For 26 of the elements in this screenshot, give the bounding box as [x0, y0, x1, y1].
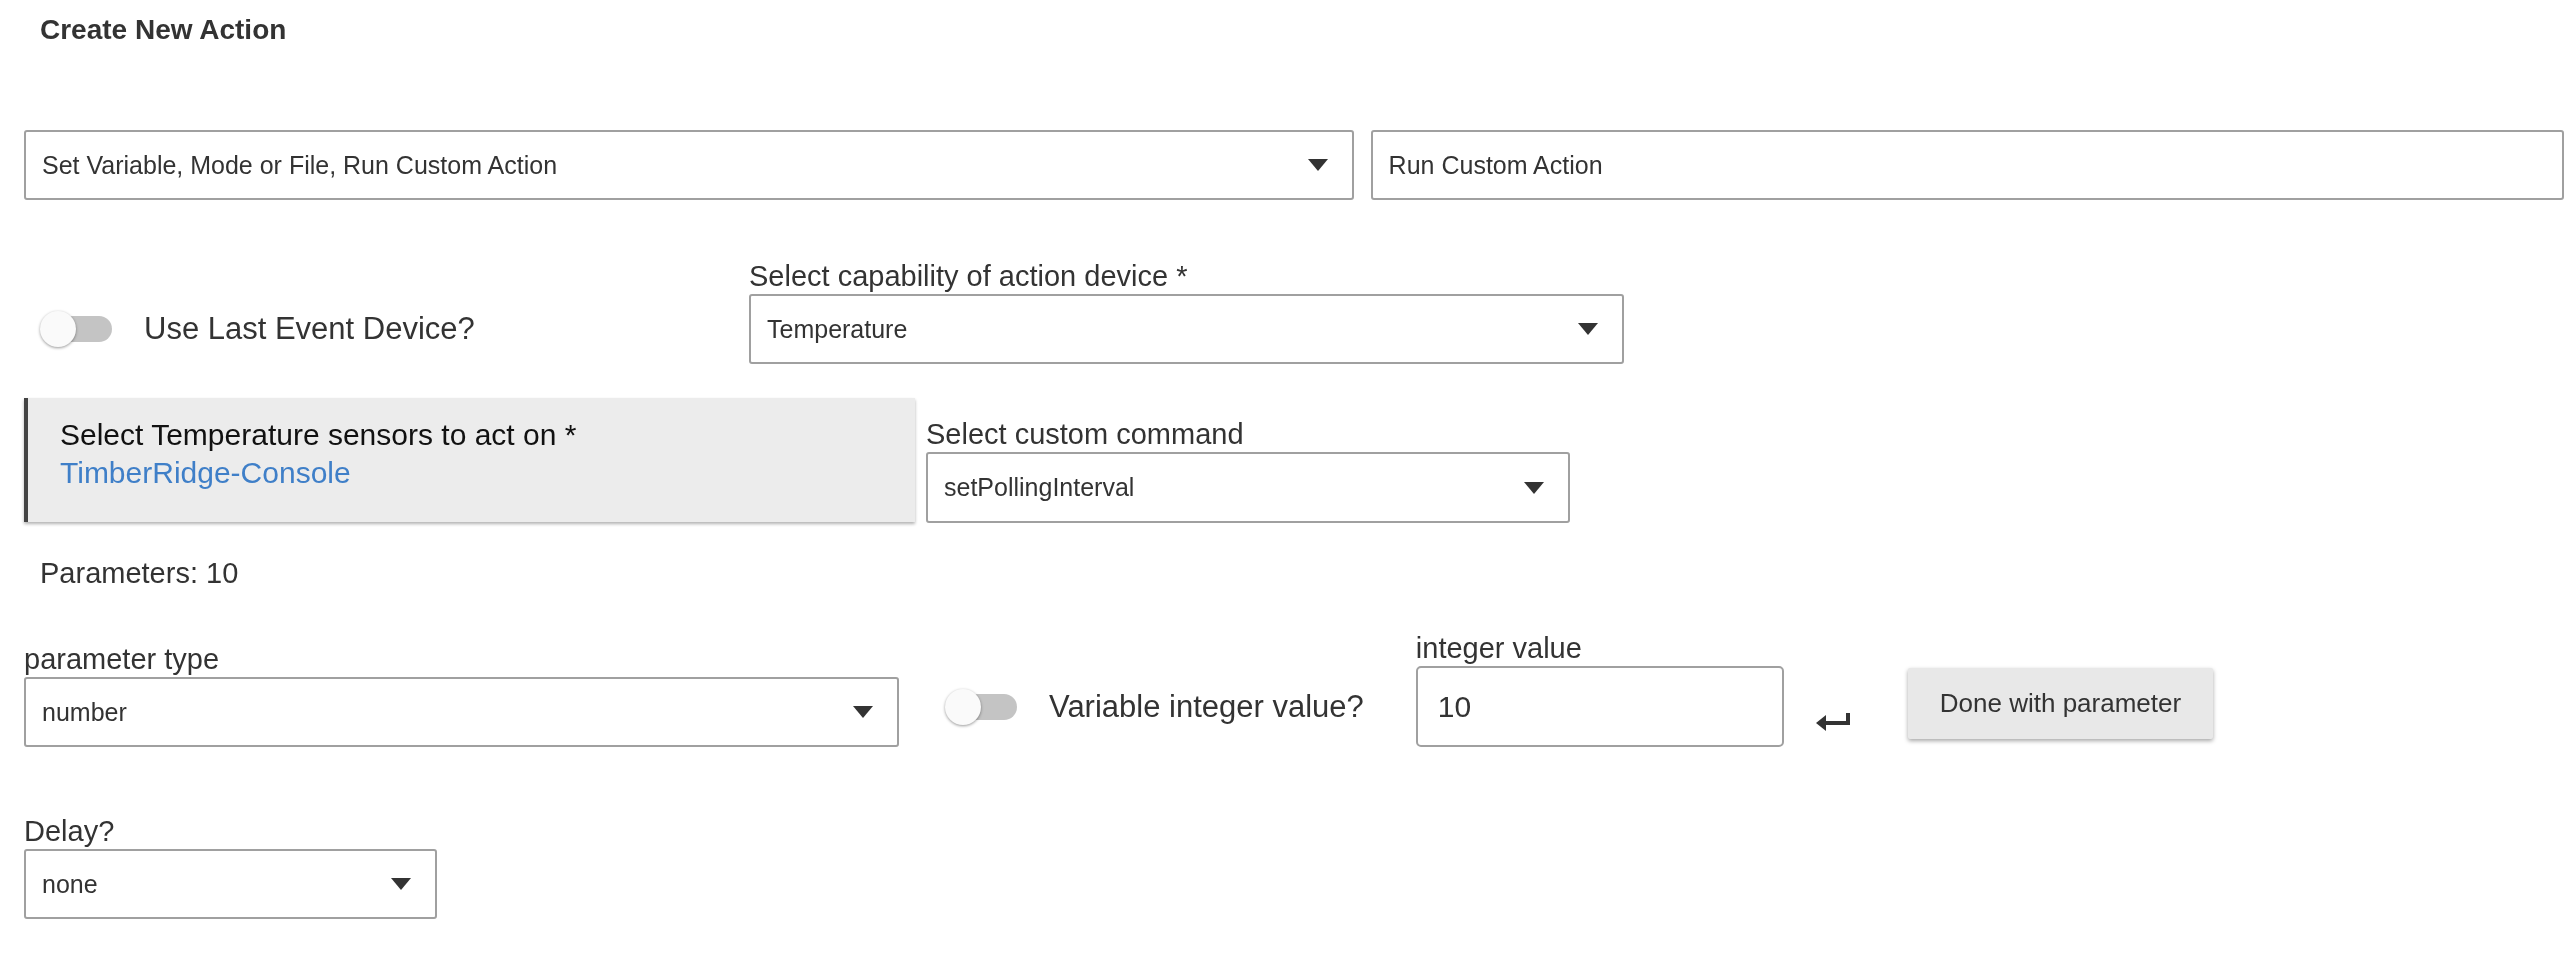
field-label: Delay? — [24, 814, 116, 849]
caret-icon — [391, 878, 411, 890]
page-title: Create New Action — [40, 13, 288, 47]
toggle-label: Variable integer value? — [1049, 688, 1364, 725]
delay-select[interactable]: none — [24, 849, 437, 919]
caret-icon — [853, 706, 873, 718]
field-label: Select custom command — [926, 417, 1245, 452]
caret-icon — [1578, 323, 1598, 335]
caret-icon — [1307, 159, 1328, 171]
field-label: parameter type — [24, 642, 221, 677]
device-picker-card[interactable]: Select Temperature sensors to act on * TimberRidge-Console — [24, 398, 915, 522]
field-label: Select capability of action device * — [749, 259, 1189, 294]
parameter-type-select[interactable]: number — [24, 677, 899, 747]
integer-input[interactable]: 10 — [1415, 666, 1784, 747]
command-select[interactable]: setPollingInterval — [926, 452, 1570, 523]
capability-select[interactable]: Temperature — [749, 294, 1624, 364]
done-button[interactable]: Done with parameter — [1907, 668, 2214, 739]
action-select[interactable]: Run Custom Action — [1370, 130, 2564, 200]
caret-icon — [1524, 481, 1544, 494]
device-link[interactable]: TimberRidge-Console — [60, 456, 915, 490]
toggle-label: Use Last Event Device? — [144, 311, 475, 347]
toggle-switch[interactable] — [40, 309, 112, 349]
picker-label: Select Temperature sensors to act on * — [60, 418, 578, 452]
action-type-select[interactable]: Set Variable, Mode or File, Run Custom Action — [24, 130, 1354, 200]
parameters-count: Parameters: 10 — [40, 557, 239, 590]
field-label: integer value — [1415, 631, 1583, 666]
